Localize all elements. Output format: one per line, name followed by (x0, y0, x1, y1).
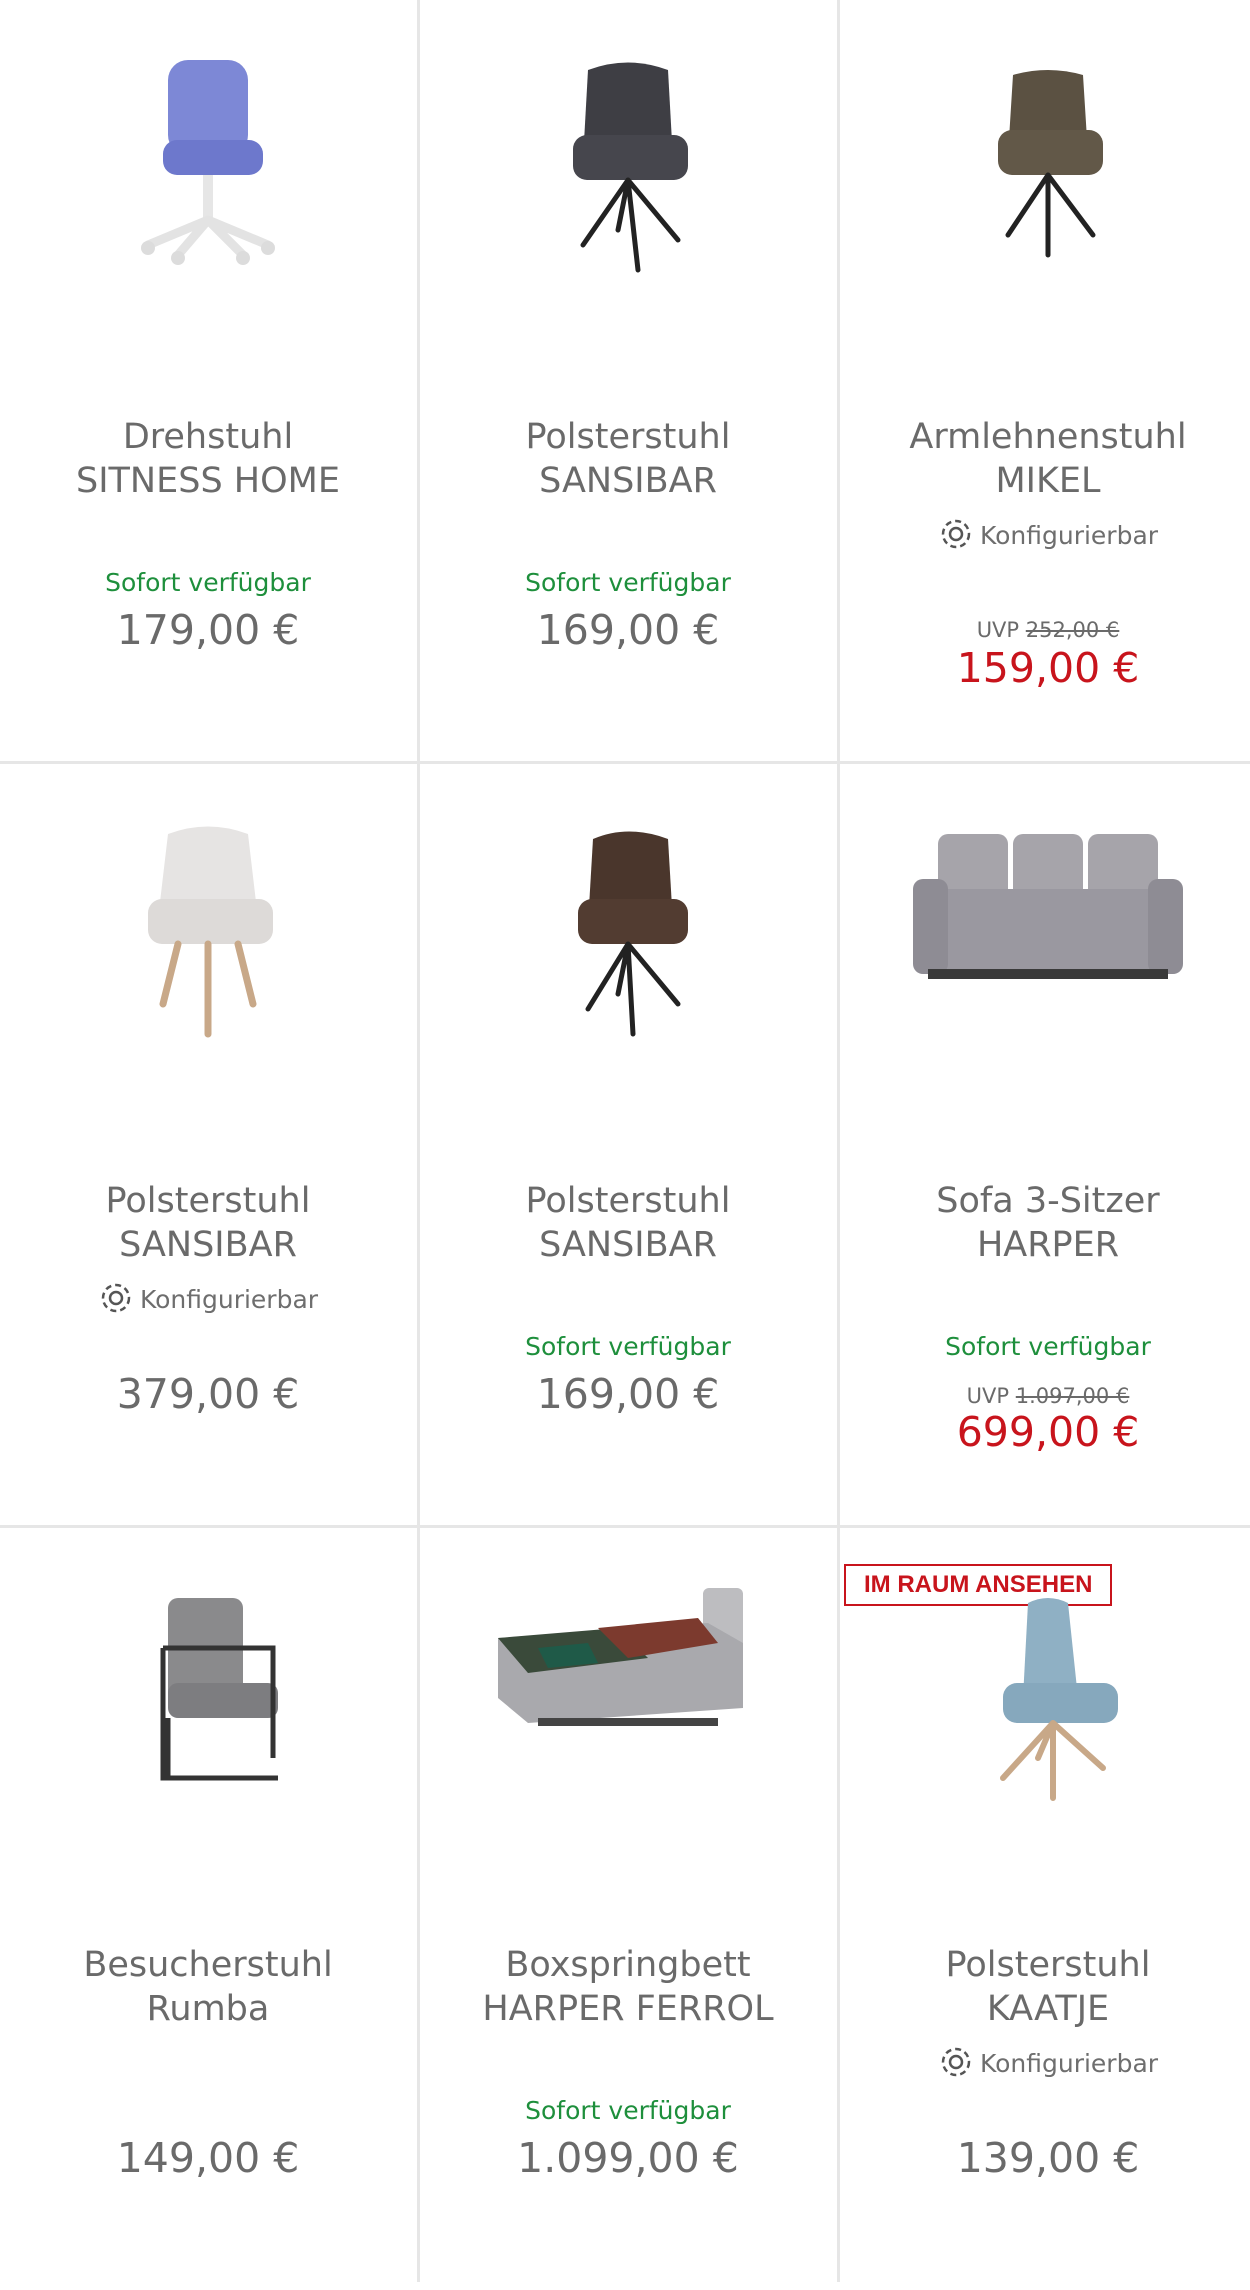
product-card[interactable]: Armlehnenstuhl MIKEL Konfigurierbar UVP 2… (840, 0, 1250, 762)
product-image-armchair[interactable] (0, 804, 416, 1044)
product-price: 139,00 € (956, 2134, 1140, 2182)
sale-price: 159,00 € (956, 644, 1140, 692)
product-card[interactable]: Drehstuhl SITNESS HOME Sofort verfügbar 1… (0, 0, 416, 762)
product-image-armchair[interactable] (840, 40, 1250, 280)
product-card[interactable]: Boxspringbett HARPER FERROL Sofort verfüg… (420, 1528, 836, 2290)
availability-status: Sofort verfügbar (525, 2096, 731, 2125)
product-price: 1.099,00 € (517, 2134, 739, 2182)
product-title[interactable]: Sofa 3-Sitzer HARPER (840, 1179, 1250, 1267)
product-title[interactable]: Drehstuhl SITNESS HOME (0, 415, 416, 503)
configurable-label[interactable]: Konfigurierbar (840, 516, 1250, 558)
product-price: 149,00 € (116, 2134, 300, 2182)
sale-price: 699,00 € (956, 1408, 1140, 1456)
product-image-armchair[interactable] (420, 804, 836, 1044)
product-title[interactable]: Polsterstuhl KAATJE (840, 1943, 1250, 2031)
product-price: 169,00 € (536, 606, 720, 654)
product-image-boxspring-bed[interactable] (420, 1568, 836, 1808)
availability-status: Sofort verfügbar (525, 568, 731, 597)
product-title[interactable]: Polsterstuhl SANSIBAR (0, 1179, 416, 1267)
product-image-cantilever-chair[interactable] (0, 1568, 416, 1808)
product-title[interactable]: Polsterstuhl SANSIBAR (420, 1179, 836, 1267)
product-card[interactable]: Sofa 3-Sitzer HARPER Sofort verfügbar UVP… (840, 764, 1250, 1526)
product-price: 379,00 € (116, 1370, 300, 1418)
availability-status: Sofort verfügbar (105, 568, 311, 597)
product-card[interactable]: Polsterstuhl SANSIBAR Konfigurierbar 379,… (0, 764, 416, 1526)
product-title[interactable]: Polsterstuhl SANSIBAR (420, 415, 836, 503)
gear-icon (938, 516, 974, 558)
configurable-label[interactable]: Konfigurierbar (0, 1280, 416, 1322)
availability-status: Sofort verfügbar (525, 1332, 731, 1361)
gear-icon (98, 1280, 134, 1322)
product-image-office-chair[interactable] (0, 40, 416, 280)
product-title[interactable]: Boxspringbett HARPER FERROL (420, 1943, 836, 2031)
product-card[interactable]: IM RAUM ANSEHEN Polsterstuhl KAATJE Konfi… (840, 1528, 1250, 2290)
gear-icon (938, 2044, 974, 2086)
uvp-price: UVP 1.097,00 € (966, 1384, 1130, 1408)
product-card[interactable]: Besucherstuhl Rumba 149,00 € (0, 1528, 416, 2290)
uvp-price: UVP 252,00 € (976, 618, 1120, 642)
configurable-label[interactable]: Konfigurierbar (840, 2044, 1250, 2086)
product-card[interactable]: Polsterstuhl SANSIBAR Sofort verfügbar 16… (420, 0, 836, 762)
product-image-chair[interactable] (840, 1588, 1250, 1828)
product-image-armchair[interactable] (420, 40, 836, 280)
product-title[interactable]: Armlehnenstuhl MIKEL (840, 415, 1250, 503)
availability-status: Sofort verfügbar (945, 1332, 1151, 1361)
product-title[interactable]: Besucherstuhl Rumba (0, 1943, 416, 2031)
product-grid: Drehstuhl SITNESS HOME Sofort verfügbar 1… (0, 0, 1250, 2282)
product-image-sofa[interactable] (840, 804, 1250, 1044)
product-price: 179,00 € (116, 606, 300, 654)
product-price: 169,00 € (536, 1370, 720, 1418)
product-card[interactable]: Polsterstuhl SANSIBAR Sofort verfügbar 16… (420, 764, 836, 1526)
